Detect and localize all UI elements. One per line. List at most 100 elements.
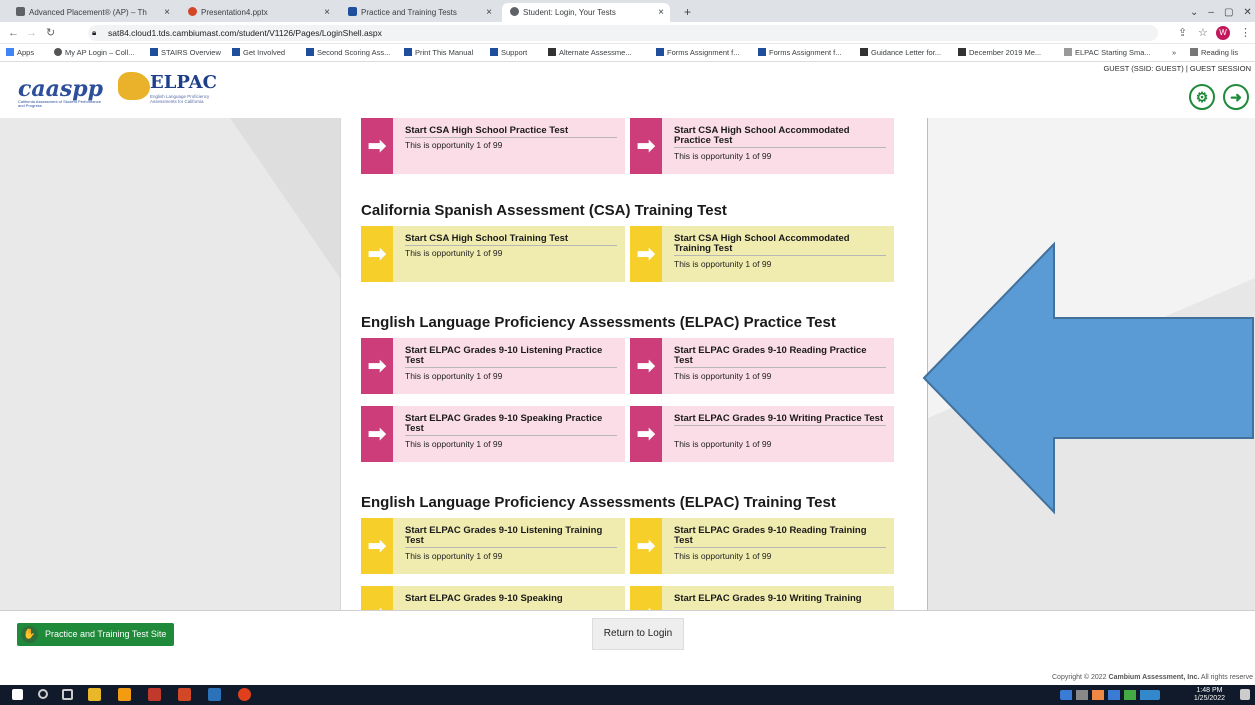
bookmark-item[interactable]: December 2019 Me... [958,44,1041,61]
test-card-elpac-writing-practice[interactable]: ➡ Start ELPAC Grades 9-10 Writing Practi… [630,406,894,462]
test-card-elpac-reading-practice[interactable]: ➡ Start ELPAC Grades 9-10 Reading Practi… [630,338,894,394]
logout-icon: ➜ [1230,89,1242,105]
browser-tab-student-login[interactable]: Student: Login, Your Tests × [502,3,670,22]
outlook-icon[interactable] [208,688,221,701]
test-card-csa-accommodated-practice[interactable]: ➡ Start CSA High School Accommodated Pra… [630,118,894,174]
search-icon[interactable] [38,689,48,699]
browser-tab-ap[interactable]: Advanced Placement® (AP) – Th × [8,3,176,22]
bookmark-item[interactable]: STAIRS Overview [150,44,221,61]
file-explorer-icon[interactable] [88,688,101,701]
task-view-icon[interactable] [62,689,73,700]
apps-grid-icon [6,48,14,56]
test-card-csa-practice[interactable]: ➡ Start CSA High School Practice Test Th… [361,118,625,174]
arrow-right-icon: ➡ [630,118,662,174]
chrome-icon[interactable] [238,688,251,701]
bookmark-apps[interactable]: Apps [6,44,34,61]
address-bar-row: ← → ↻ 🔒︎ sat84.cloud1.tds.cambiumast.com… [0,22,1255,44]
reading-list-icon [1190,48,1198,56]
caaspp-logo-subtitle: California Assessment of Student Perform… [18,99,101,108]
test-card-elpac-listening-training[interactable]: ➡ Start ELPAC Grades 9-10 Listening Trai… [361,518,625,574]
system-tray-icons[interactable] [1060,690,1160,700]
browser-tab-presentation[interactable]: Presentation4.pptx × [180,3,336,22]
back-icon[interactable]: ← [8,25,19,41]
copyright-text: Copyright © 2022 Cambium Assessment, Inc… [1052,674,1253,681]
forward-icon[interactable]: → [26,25,37,41]
test-card-elpac-speaking-training[interactable]: ➡ Start ELPAC Grades 9-10 Speaking [361,586,625,610]
arrow-right-icon: ➡ [630,518,662,574]
arrow-right-icon: ➡ [361,118,393,174]
bookmark-item[interactable]: My AP Login – Coll... [54,44,134,61]
app-icon[interactable] [148,688,161,701]
test-card-elpac-reading-training[interactable]: ➡ Start ELPAC Grades 9-10 Reading Traini… [630,518,894,574]
cambium-icon [656,48,664,56]
arrow-right-icon: ➡ [361,226,393,282]
taskbar-clock[interactable]: 1:48 PM 1/25/2022 [1194,687,1225,703]
settings-gear-button[interactable]: ⚙ [1189,84,1215,110]
browser-tab-practice[interactable]: Practice and Training Tests × [340,3,498,22]
practice-training-site-button[interactable]: ✋ Practice and Training Test Site [17,623,175,646]
bookmark-item[interactable]: Guidance Letter for... [860,44,941,61]
gear-icon: ⚙ [1195,89,1209,105]
bookmark-item[interactable]: Print This Manual [404,44,473,61]
tests-panel[interactable]: ➡ Start CSA High School Practice Test Th… [340,118,928,610]
cambium-icon [150,48,158,56]
arrow-right-icon: ➡ [630,586,662,610]
test-card-elpac-listening-practice[interactable]: ➡ Start ELPAC Grades 9-10 Listening Prac… [361,338,625,394]
browser-tab-strip: Advanced Placement® (AP) – Th × Presentat… [0,0,1255,22]
graduation-cap-icon [548,48,556,56]
return-to-login-button[interactable]: Return to Login [592,618,684,650]
test-card-csa-accommodated-training[interactable]: ➡ Start CSA High School Accommodated Tra… [630,226,894,282]
test-card-elpac-speaking-practice[interactable]: ➡ Start ELPAC Grades 9-10 Speaking Pract… [361,406,625,462]
logout-button[interactable]: ➜ [1223,84,1249,110]
page-footer: ✋ Practice and Training Test Site Return… [0,610,1255,685]
bookmark-item[interactable]: Second Scoring Ass... [306,44,390,61]
section-title-elpac-practice: English Language Proficiency Assessments… [361,314,836,331]
arrow-right-icon: ➡ [361,406,393,462]
bookmark-item[interactable]: Alternate Assessme... [548,44,632,61]
close-tab-icon[interactable]: × [486,3,492,22]
ap-favicon-icon [16,7,25,16]
url-input[interactable]: 🔒︎ sat84.cloud1.tds.cambiumast.com/stude… [88,25,1158,41]
globe-icon [54,48,62,56]
globe-favicon-icon [510,7,519,16]
share-icon[interactable]: ⇪ [1178,25,1187,41]
window-controls[interactable]: ⌄–▢✕ [1182,3,1252,22]
arrow-right-icon: ➡ [630,226,662,282]
new-tab-button[interactable]: + [676,3,696,22]
graduation-cap-icon [860,48,868,56]
arrow-right-icon: ➡ [630,338,662,394]
graduation-cap-icon [958,48,966,56]
elpac-logo-subtitle: English Language Proficiency Assessments… [150,94,210,104]
arrow-right-icon: ➡ [630,406,662,462]
powerpoint-icon[interactable] [178,688,191,701]
menu-icon[interactable]: ⋮ [1240,25,1251,41]
notification-icon[interactable] [1240,689,1250,700]
arrow-right-icon: ➡ [361,338,393,394]
reload-icon[interactable]: ↻ [46,25,55,41]
bookmark-item[interactable]: Get Involved [232,44,285,61]
elpac-logo: ELPAC [150,72,217,93]
vlc-icon[interactable] [118,688,131,701]
test-card-csa-training[interactable]: ➡ Start CSA High School Training Test Th… [361,226,625,282]
cambium-icon [758,48,766,56]
powerpoint-favicon-icon [188,7,197,16]
star-icon[interactable]: ☆ [1198,25,1208,41]
test-card-elpac-writing-training[interactable]: ➡ Start ELPAC Grades 9-10 Writing Traini… [630,586,894,610]
bookmark-item[interactable]: ELPAC Starting Sma... [1064,44,1151,61]
close-tab-icon[interactable]: × [658,3,664,22]
bookmarks-overflow[interactable]: » [1172,44,1176,61]
app-header: caaspp California Assessment of Student … [0,62,1255,118]
profile-avatar[interactable]: W [1216,26,1230,40]
windows-start-icon[interactable] [12,689,23,700]
document-icon [1064,48,1072,56]
bookmark-item[interactable]: Support [490,44,527,61]
close-tab-icon[interactable]: × [164,3,170,22]
reading-list[interactable]: Reading lis [1190,44,1238,61]
bookmark-item[interactable]: Forms Assignment f... [656,44,740,61]
section-title-elpac-training: English Language Proficiency Assessments… [361,494,836,511]
arrow-right-icon: ➡ [361,518,393,574]
section-title-csa-training: California Spanish Assessment (CSA) Trai… [361,202,727,219]
guest-session-info: GUEST (SSID: GUEST) | GUEST SESSION [1103,64,1251,73]
close-tab-icon[interactable]: × [324,3,330,22]
bookmark-item[interactable]: Forms Assignment f... [758,44,842,61]
